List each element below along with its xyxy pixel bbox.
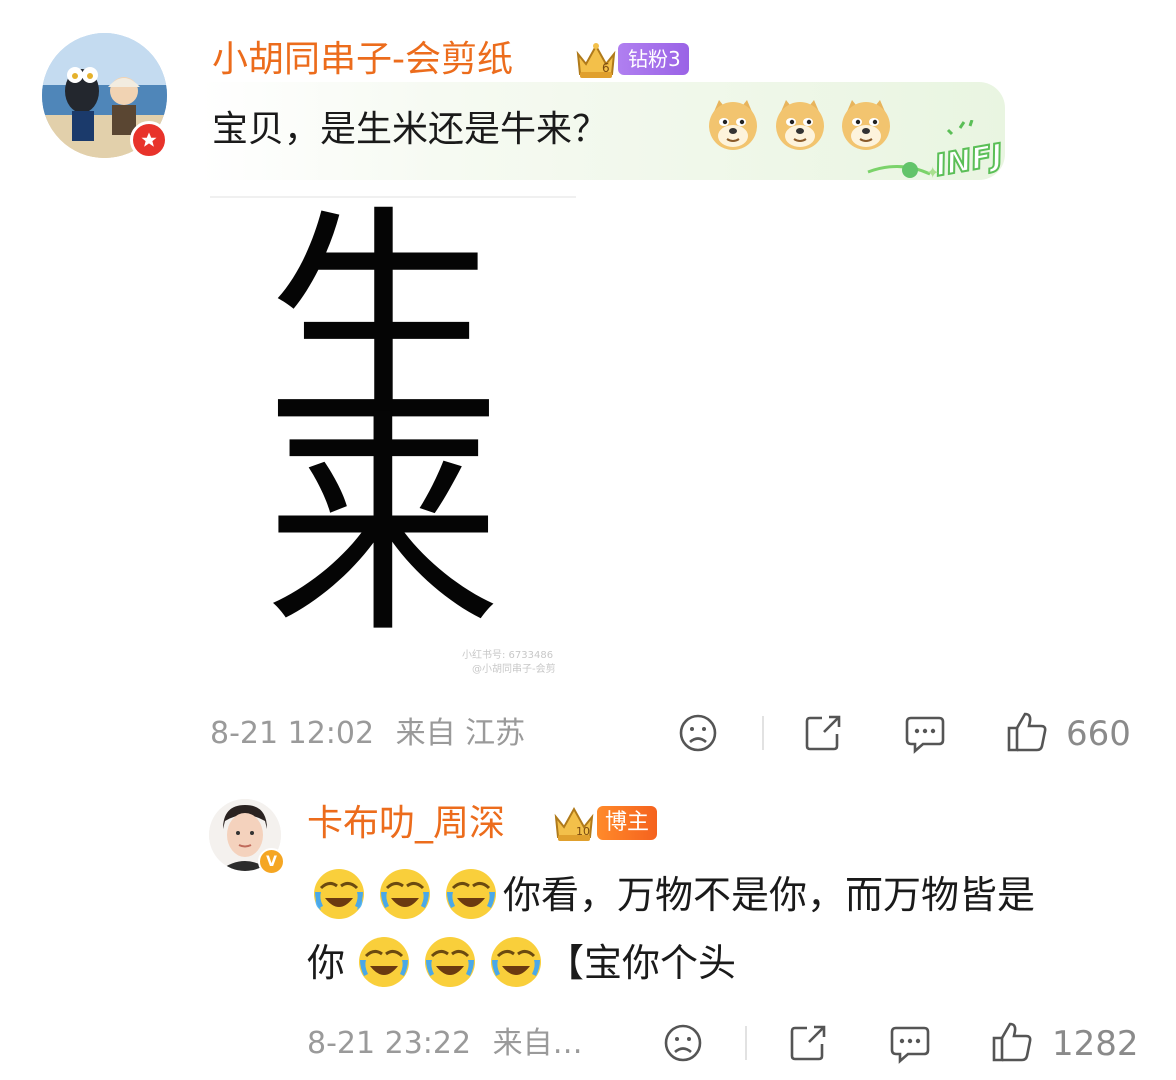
laughing-crying-emoji	[377, 866, 433, 922]
username[interactable]: 卡布叻_周深	[307, 802, 505, 846]
like-count: 660	[1066, 714, 1131, 754]
laughing-crying-emoji	[488, 934, 544, 990]
svg-text:10: 10	[576, 825, 590, 838]
comment-text: 宝贝，是生米还是牛来？	[212, 109, 609, 150]
comment-text-line-2-suffix: 【宝你个头	[546, 941, 737, 985]
like-icon[interactable]	[1005, 710, 1049, 758]
comment-meta: 8-21 12:02 来自 江苏	[210, 716, 525, 752]
fan-level-tag[interactable]: 钻粉3	[618, 43, 689, 75]
comment-icon[interactable]	[888, 1022, 932, 1070]
divider	[745, 1026, 747, 1060]
dislike-face-icon[interactable]	[677, 712, 719, 758]
crown-icon: 6	[572, 38, 616, 78]
verified-v-badge-icon: V	[258, 848, 285, 875]
comment-location: 来自 江苏	[395, 716, 526, 751]
comment-text-line-1: 你看，万物不是你，而万物皆是	[503, 873, 1036, 917]
comment-text-line-2-prefix: 你	[307, 941, 346, 985]
laughing-crying-emoji	[356, 934, 412, 990]
svg-text:6: 6	[602, 61, 610, 75]
comment-icon[interactable]	[903, 712, 947, 760]
infj-decoration-icon: INFJ ✦	[860, 119, 1025, 190]
svg-text:?: ?	[213, 805, 218, 816]
image-bottom-character: 来	[265, 390, 502, 665]
divider	[762, 716, 764, 750]
username[interactable]: 小胡同串子-会剪纸	[212, 38, 513, 82]
comment-meta: 8-21 23:22 来自…	[307, 1026, 583, 1062]
comment-date: 8-21 12:02	[210, 716, 375, 751]
like-count: 1282	[1052, 1024, 1139, 1064]
share-icon[interactable]	[787, 1022, 829, 1068]
laughing-crying-emoji	[422, 934, 478, 990]
blogger-tag[interactable]: 博主	[597, 806, 658, 840]
laughing-crying-emoji	[311, 866, 367, 922]
personality-badge-text: INFJ	[933, 138, 1006, 184]
doge-emoji	[772, 96, 828, 152]
svg-text:✦: ✦	[926, 163, 939, 182]
share-icon[interactable]	[802, 712, 844, 758]
like-icon[interactable]	[990, 1020, 1034, 1068]
comment-location: 来自…	[492, 1026, 583, 1061]
doge-emoji	[705, 96, 761, 152]
dislike-face-icon[interactable]	[662, 1022, 704, 1068]
verified-badge-icon	[130, 121, 168, 159]
laughing-crying-emoji	[443, 866, 499, 922]
comment-date: 8-21 23:22	[307, 1026, 472, 1061]
crown-icon: 10	[550, 801, 594, 841]
